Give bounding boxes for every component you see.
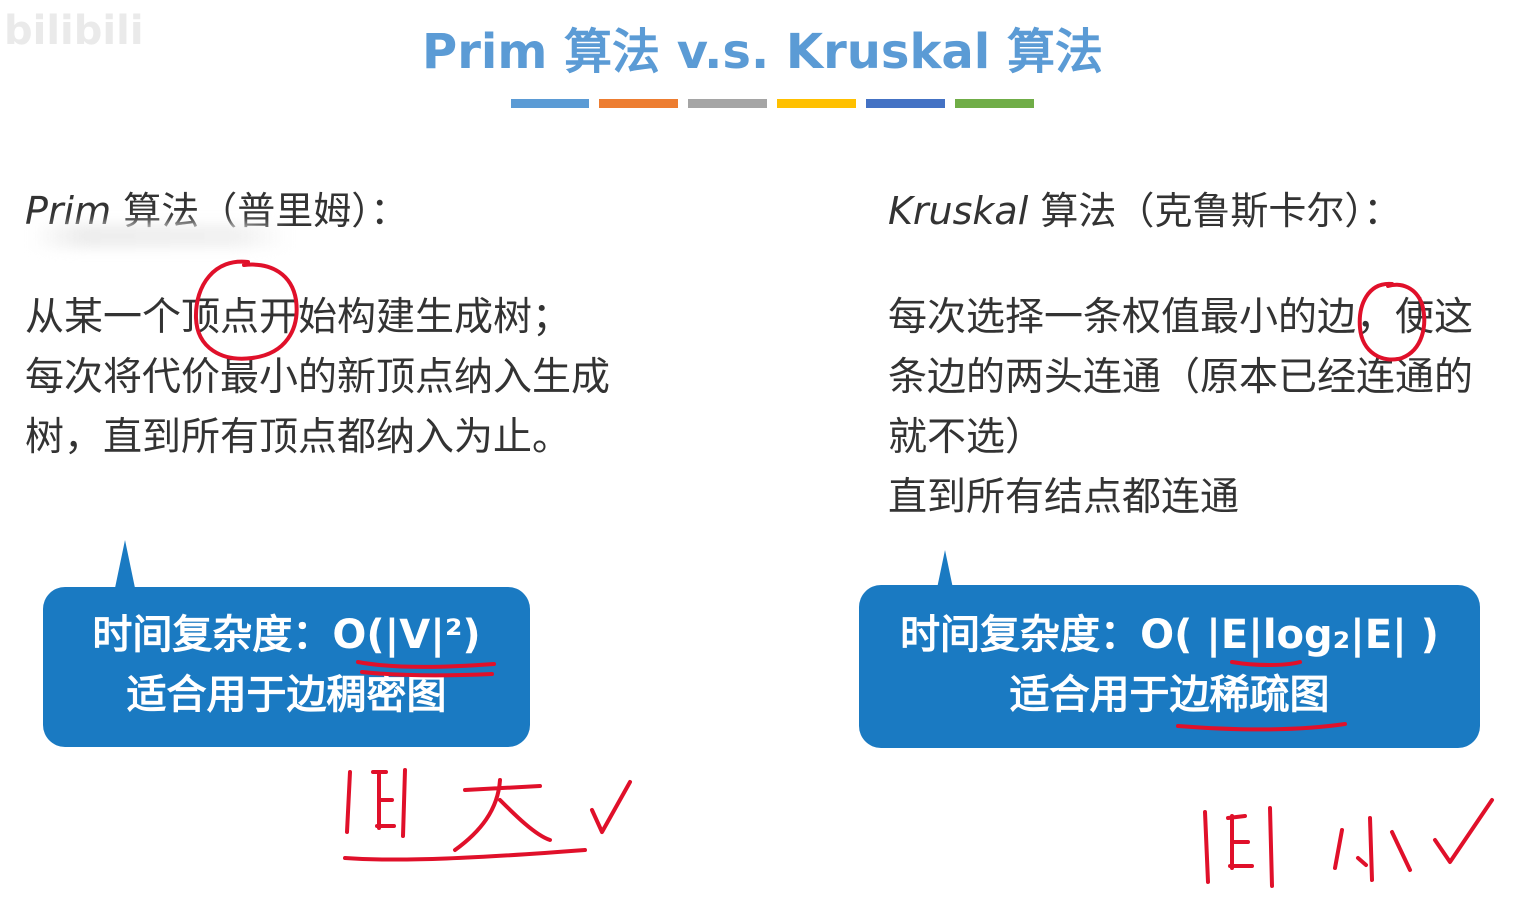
blurred-region (30, 224, 290, 248)
prim-description-line: 每次将代价最小的新顶点纳入生成 (25, 355, 611, 400)
handwritten-note-prim (343, 768, 632, 862)
prim-callout-pointer (115, 540, 135, 588)
kruskal-complexity-callout: 时间复杂度：O( |E|log₂|E| ) 适合用于边稀疏图 (859, 585, 1480, 748)
kruskal-description-line: 每次选择一条权值最小的边，使这 (888, 295, 1474, 340)
color-bar-segment (866, 99, 945, 108)
kruskal-suitability: 适合用于边稀疏图 (1009, 672, 1330, 718)
prim-description-line: 从某一个顶点开始构建生成树； (25, 295, 572, 340)
prim-complexity-label: 时间复杂度： (92, 612, 333, 658)
prim-suitability: 适合用于边稠密图 (126, 672, 447, 718)
kruskal-complexity-value: O( |E|log₂|E| ) (1140, 612, 1439, 658)
kruskal-description-line: 条边的两头连通（原本已经连通的 (888, 355, 1474, 400)
prim-complexity-value: O(|V|²) (332, 612, 481, 658)
kruskal-description: 每次选择一条权值最小的边，使这 条边的两头连通（原本已经连通的 就不选） 直到所… (888, 288, 1473, 528)
color-bar-segment (955, 99, 1034, 108)
kruskal-description-line: 直到所有结点都连通 (888, 475, 1240, 520)
kruskal-algorithm-name: Kruskal (888, 189, 1029, 233)
prim-complexity-callout: 时间复杂度：O(|V|²) 适合用于边稠密图 (43, 587, 530, 747)
kruskal-description-line: 就不选） (888, 415, 1045, 460)
slide: bilibili Prim 算法 v.s. Kruskal 算法 Prim 算法… (0, 0, 1525, 903)
kruskal-complexity-label: 时间复杂度： (900, 612, 1141, 658)
color-bar-segment (599, 99, 678, 108)
kruskal-complexity-line: 时间复杂度：O( |E|log₂|E| ) (859, 605, 1480, 665)
prim-description: 从某一个顶点开始构建生成树； 每次将代价最小的新顶点纳入生成 树，直到所有顶点都… (25, 288, 610, 468)
kruskal-heading: Kruskal 算法（克鲁斯卡尔）： (888, 180, 1401, 235)
kruskal-heading-rest: 算法（克鲁斯卡尔）： (1028, 189, 1402, 233)
color-bar-segment (688, 99, 767, 108)
color-bar-segment (511, 99, 589, 108)
handwritten-note-kruskal (1203, 798, 1494, 888)
slide-title: Prim 算法 v.s. Kruskal 算法 (422, 24, 1103, 80)
prim-description-line: 树，直到所有顶点都纳入为止。 (25, 415, 572, 460)
color-bar-segment (777, 99, 856, 108)
prim-complexity-line: 时间复杂度：O(|V|²) (43, 605, 530, 665)
